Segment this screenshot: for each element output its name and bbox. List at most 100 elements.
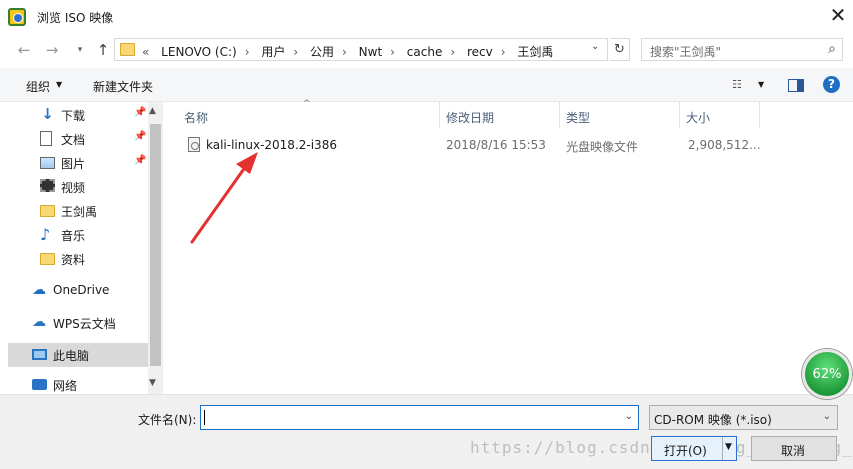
sidebar-item-label: OneDrive [53, 283, 110, 297]
search-icon[interactable]: ⌕ [828, 41, 836, 57]
pin-icon[interactable]: 📌 [134, 131, 146, 142]
text-caret [204, 410, 205, 425]
breadcrumb-item[interactable]: LENOVO (C:) [161, 45, 237, 59]
sidebar-item-wangjianyu[interactable]: 王剑禹 [8, 199, 148, 223]
breadcrumb-item[interactable]: 用户 [261, 45, 285, 59]
download-icon: ↓ [41, 105, 54, 123]
sidebar-scrollbar-thumb[interactable] [150, 124, 161, 366]
column-header-size[interactable]: 大小 [680, 102, 760, 128]
search-input[interactable]: 搜索"王剑禹" ⌕ [641, 38, 843, 61]
chevron-right-icon: › [450, 45, 456, 59]
breadcrumb-overflow-icon[interactable]: « [142, 45, 149, 59]
filename-input[interactable]: ⌄ [200, 405, 639, 430]
help-icon[interactable]: ? [823, 76, 840, 93]
sidebar-item-videos[interactable]: 视频 [8, 175, 148, 199]
sidebar-item-music[interactable]: ♪ 音乐 [8, 223, 148, 247]
caret-down-icon[interactable]: ▼ [725, 442, 732, 452]
sidebar-item-label: 文档 [61, 133, 86, 147]
annotation-arrow [190, 152, 258, 244]
preview-pane-icon[interactable] [788, 79, 804, 92]
chevron-right-icon: › [500, 45, 506, 59]
filename-label: 文件名(N): [138, 413, 197, 427]
music-icon: ♪ [40, 225, 51, 244]
cancel-button[interactable]: 取消 [751, 436, 837, 461]
sort-ascending-icon: ^ [303, 99, 311, 109]
scroll-up-icon[interactable]: ▲ [149, 106, 156, 116]
pin-icon[interactable]: 📌 [134, 107, 146, 118]
column-header-label: 修改日期 [446, 111, 495, 125]
view-details-icon[interactable]: ☷ [732, 78, 748, 92]
split-divider [722, 437, 723, 460]
up-arrow-icon[interactable]: ↑ [93, 40, 113, 60]
pictures-icon [40, 157, 55, 169]
folder-icon [120, 43, 135, 56]
chevron-right-icon: › [342, 45, 347, 59]
network-icon [32, 379, 47, 390]
navigation-pane: ↓ 下载 📌 文档 📌 图片 📌 视频 王剑禹 ♪ 音乐 资料 ☁ OneDri… [0, 102, 163, 394]
wps-cloud-icon: ☁ [32, 314, 46, 330]
file-type: 光盘映像文件 [566, 140, 639, 154]
filetype-selected: CD-ROM 映像 (*.iso) [654, 413, 772, 427]
sidebar-item-ziliao[interactable]: 资料 [8, 247, 148, 271]
filetype-select[interactable]: CD-ROM 映像 (*.iso) ⌄ [649, 405, 838, 430]
chevron-right-icon: › [390, 45, 395, 59]
caret-down-icon[interactable]: ▼ [56, 80, 62, 89]
command-toolbar: 组织 ▼ 新建文件夹 ☷ ▼ ? [0, 68, 853, 102]
breadcrumb-item[interactable]: cache [407, 45, 443, 59]
cancel-button-label: 取消 [781, 444, 806, 458]
folder-icon [40, 205, 55, 217]
folder-icon [40, 253, 55, 265]
window-title: 浏览 ISO 映像 [37, 11, 114, 25]
back-arrow-icon[interactable]: ← [14, 40, 34, 60]
pin-icon[interactable]: 📌 [134, 155, 146, 166]
sidebar-item-wps-cloud[interactable]: ☁ WPS云文档 [8, 311, 148, 335]
column-header-label: 名称 [184, 111, 209, 125]
column-header-label: 类型 [566, 111, 591, 125]
chevron-right-icon: › [244, 45, 250, 59]
chevron-down-icon[interactable]: ⌄ [591, 41, 599, 52]
title-bar: 浏览 ISO 映像 ✕ [0, 0, 853, 33]
sidebar-item-pictures[interactable]: 图片 📌 [8, 151, 148, 175]
chevron-down-icon[interactable]: ⌄ [823, 411, 831, 422]
sidebar-item-this-pc[interactable]: 此电脑 [8, 343, 148, 367]
column-header-type[interactable]: 类型 [560, 102, 680, 128]
chevron-down-icon[interactable]: ⌄ [625, 411, 633, 422]
search-placeholder: 搜索"王剑禹" [650, 45, 722, 59]
document-icon [40, 131, 52, 146]
sidebar-item-label: 视频 [61, 181, 86, 195]
sidebar-item-downloads[interactable]: ↓ 下载 📌 [8, 103, 148, 127]
breadcrumb-item[interactable]: recv [467, 45, 493, 59]
column-header-date[interactable]: 修改日期 [440, 102, 560, 128]
onedrive-icon: ☁ [32, 282, 46, 298]
sidebar-item-label: 王剑禹 [61, 205, 98, 219]
app-icon [8, 8, 26, 26]
caret-down-icon[interactable]: ▼ [758, 80, 764, 89]
progress-badge[interactable]: 62% [802, 349, 852, 399]
sidebar-item-label: 图片 [61, 157, 86, 171]
breadcrumb-item[interactable]: 公用 [310, 45, 334, 59]
new-folder-button[interactable]: 新建文件夹 [93, 78, 153, 95]
sidebar-item-onedrive[interactable]: ☁ OneDrive [8, 279, 148, 303]
video-icon [40, 179, 55, 192]
sidebar-item-documents[interactable]: 文档 📌 [8, 127, 148, 151]
recent-locations-chevron-icon[interactable]: ▾ [70, 40, 90, 60]
sidebar-item-label: 网络 [53, 379, 78, 393]
scroll-down-icon[interactable]: ▼ [149, 378, 156, 388]
open-button-label: 打开(O) [664, 444, 707, 458]
sidebar-item-label: 资料 [61, 253, 86, 267]
breadcrumb: « LENOVO (C:) › 用户 › 公用 › Nwt › cache › recv ›… [142, 43, 561, 60]
file-size: 2,908,512... [688, 138, 761, 152]
this-pc-icon [32, 349, 47, 360]
sidebar-item-label: WPS云文档 [53, 317, 116, 331]
refresh-icon[interactable]: ↻ [610, 38, 630, 61]
breadcrumb-item[interactable]: 王剑禹 [517, 45, 553, 59]
sidebar-item-label: 音乐 [61, 229, 86, 243]
breadcrumb-item[interactable]: Nwt [359, 45, 383, 59]
address-bar[interactable]: « LENOVO (C:) › 用户 › 公用 › Nwt › cache › recv ›… [114, 38, 608, 61]
column-header-label: 大小 [686, 111, 711, 125]
organize-button[interactable]: 组织 [26, 78, 50, 95]
close-button[interactable]: ✕ [826, 5, 850, 27]
forward-arrow-icon[interactable]: → [42, 40, 62, 60]
open-button[interactable]: 打开(O) ▼ [651, 436, 737, 461]
file-modified: 2018/8/16 15:53 [446, 138, 546, 152]
